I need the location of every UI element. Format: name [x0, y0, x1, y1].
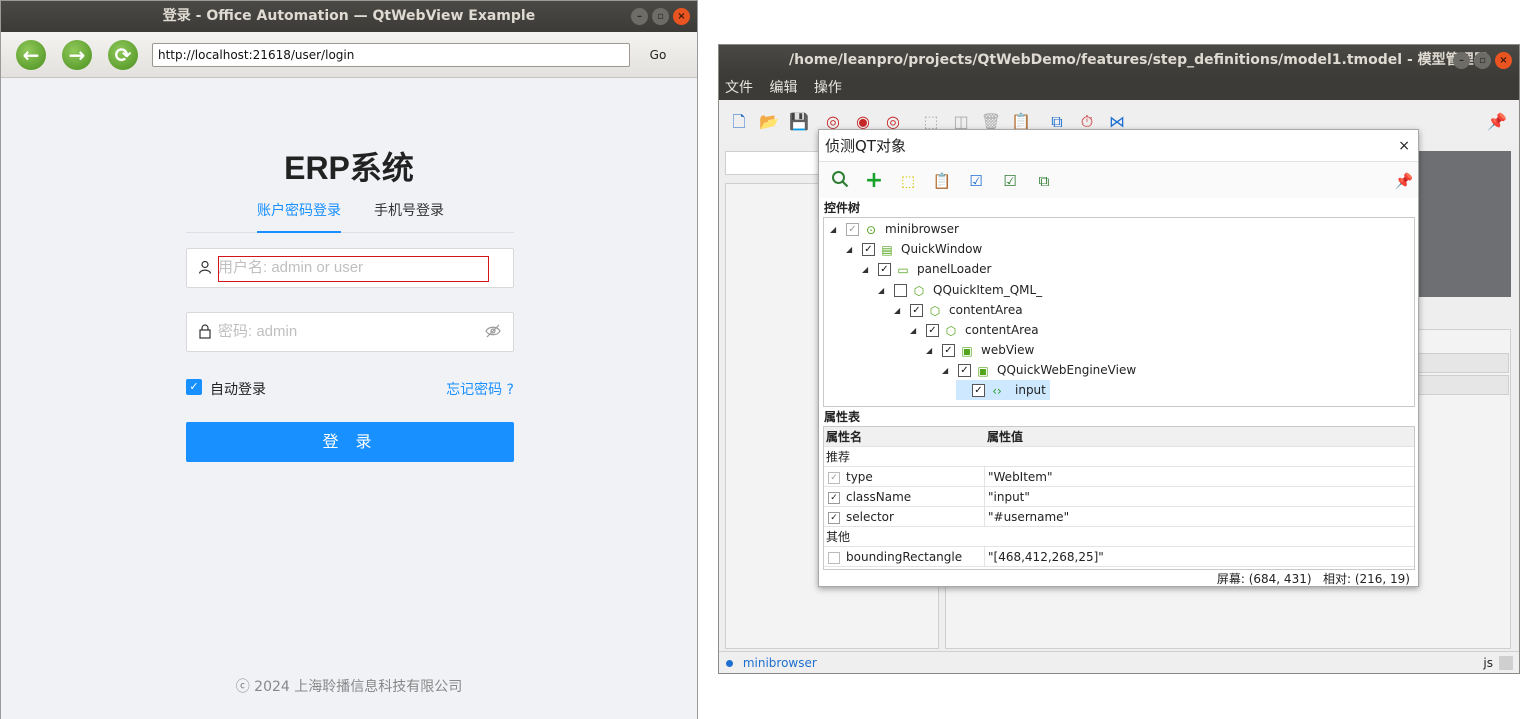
prop-checkbox[interactable]: ✓ — [828, 491, 840, 504]
table-row[interactable]: boundingRectangle "[468,412,268,25]" — [824, 547, 1414, 567]
dialog-title: 侦测QT对象 — [825, 137, 906, 155]
user-icon — [197, 260, 213, 276]
select-all-icon[interactable]: ☑ — [965, 170, 987, 192]
cube-icon: ⬡ — [929, 303, 941, 318]
remember-checkbox[interactable]: ✓ — [186, 379, 202, 395]
back-arrow-icon[interactable]: ← — [16, 40, 46, 70]
webview-icon: ▣ — [961, 343, 973, 358]
menu-bar: 文件 编辑 操作 — [719, 76, 1519, 100]
table-row[interactable]: ✓ selector "#username" — [824, 507, 1414, 527]
tree-node[interactable]: ◢ ✓ ▭ panelLoader — [862, 259, 991, 279]
save-icon[interactable]: 💾 — [787, 110, 811, 134]
tree-node[interactable]: ◢ ✓ ▣ webView — [926, 340, 1034, 360]
username-field[interactable]: 用户名: admin or user — [186, 248, 514, 288]
close-button[interactable]: × — [673, 8, 690, 25]
dialog-toolbar: + ⬚ 📋 ☑ ☑ ⧉ 📌 — [819, 162, 1418, 198]
reload-icon[interactable]: ⟳ — [108, 40, 138, 70]
code-icon: ‹› — [992, 383, 1002, 398]
app-icon: ⊙ — [865, 222, 877, 237]
filter-input[interactable] — [725, 151, 825, 175]
group-row: 推荐 — [824, 447, 1414, 467]
model-manager-title: /home/leanpro/projects/QtWebDemo/feature… — [789, 52, 1488, 68]
property-row — [1415, 375, 1509, 395]
password-placeholder: 密码: admin — [218, 323, 298, 340]
pin-icon[interactable]: 📌 — [1485, 110, 1509, 134]
open-folder-icon[interactable]: 📂 — [757, 110, 781, 134]
maximize-button[interactable]: ▫ — [1474, 52, 1491, 69]
detect-qt-dialog: 侦测QT对象 × + ⬚ 📋 ☑ ☑ ⧉ 📌 控件树 ◢ ✓ ⊙ minibrowse… — [818, 129, 1419, 587]
screenshot-preview — [1415, 151, 1511, 297]
password-field[interactable]: 密码: admin — [186, 312, 514, 352]
status-bar: minibrowser js — [719, 651, 1519, 673]
pin-icon[interactable]: 📌 — [1393, 170, 1415, 192]
tree-section-label: 控件树 — [824, 201, 861, 215]
remember-row: ✓ 自动登录 忘记密码 ? — [186, 378, 514, 398]
prop-checkbox[interactable]: ✓ — [828, 471, 840, 484]
forward-arrow-icon[interactable]: → — [62, 40, 92, 70]
resize-grip-icon[interactable] — [1499, 656, 1513, 670]
go-button[interactable]: Go — [644, 43, 672, 67]
dialog-close-button[interactable]: × — [1398, 130, 1410, 162]
url-input[interactable]: http://localhost:21618/user/login — [152, 43, 630, 67]
eye-hidden-icon[interactable] — [485, 324, 501, 342]
prop-checkbox[interactable] — [828, 551, 840, 564]
browser-titlebar: 登录 - Office Automation — QtWebView Examp… — [1, 1, 697, 32]
tab-account-login[interactable]: 账户密码登录 — [257, 201, 341, 233]
cube-icon: ⬡ — [913, 283, 925, 298]
page-title: ERP系统 — [284, 150, 414, 186]
control-tree: ◢ ✓ ⊙ minibrowser ◢ ✓ ▤ QuickWindow ◢ ✓ ▭ panelLo… — [823, 217, 1415, 407]
prop-checkbox[interactable]: ✓ — [828, 511, 840, 524]
window-icon: ▤ — [881, 242, 893, 257]
dialog-titlebar: 侦测QT对象 × — [819, 130, 1418, 162]
menu-file[interactable]: 文件 — [725, 80, 753, 96]
add-icon[interactable]: + — [863, 170, 885, 192]
minimize-button[interactable]: – — [631, 8, 648, 25]
minimize-button[interactable]: – — [1453, 52, 1470, 69]
copyright-footer: ⓒ 2024 上海聆播信息科技有限公司 — [235, 679, 463, 695]
browser-toolbar: ← → ⟳ http://localhost:21618/user/login … — [1, 32, 697, 78]
tree-node[interactable]: ◢ ⬡ QQuickItem_QML_ — [878, 280, 1042, 300]
folder-icon: ▭ — [897, 262, 909, 277]
status-dot-icon — [726, 659, 733, 667]
lock-icon — [197, 324, 213, 340]
webview-icon: ▣ — [977, 363, 989, 378]
browser-title: 登录 - Office Automation — QtWebView Examp… — [162, 8, 536, 24]
remember-label: 自动登录 — [210, 382, 266, 398]
login-tabs: 账户密码登录 手机号登录 — [186, 199, 514, 233]
status-js: js — [1483, 656, 1493, 670]
tree-node[interactable]: ◢ ✓ ⬡ contentArea — [894, 300, 1023, 320]
search-icon[interactable] — [829, 170, 851, 192]
group-row: 其他 — [824, 527, 1414, 547]
table-row[interactable]: ✓ className "input" — [824, 487, 1414, 507]
tree-node-selected[interactable]: ✓ ‹› input — [956, 380, 1050, 400]
tree-node[interactable]: ◢ ✓ ▤ QuickWindow — [846, 239, 982, 259]
model-manager-titlebar: /home/leanpro/projects/QtWebDemo/feature… — [719, 45, 1519, 76]
browser-window: 登录 - Office Automation — QtWebView Examp… — [0, 0, 698, 719]
new-file-icon[interactable]: 🗋 — [727, 110, 751, 134]
menu-edit[interactable]: 编辑 — [769, 80, 797, 96]
props-section-label: 属性表 — [824, 410, 861, 424]
tree-node[interactable]: ◢ ✓ ⊙ minibrowser — [830, 219, 959, 239]
maximize-button[interactable]: ▫ — [652, 8, 669, 25]
highlight-icon[interactable]: ⬚ — [897, 170, 919, 192]
table-row[interactable]: ✓ type "WebItem" — [824, 467, 1414, 487]
coordinate-status: 屏幕: (684, 431) 相对: (216, 19) — [1216, 572, 1410, 586]
login-page: ERP系统 账户密码登录 手机号登录 用户名: admin or user 密码… — [1, 79, 697, 719]
property-table: 属性名 属性值 推荐 ✓ type "WebItem" ✓ className "i… — [823, 426, 1415, 570]
copy-icon[interactable]: 📋 — [931, 170, 953, 192]
cube-icon: ⬡ — [945, 323, 957, 338]
tree-node[interactable]: ◢ ✓ ⬡ contentArea — [910, 320, 1039, 340]
menu-action[interactable]: 操作 — [814, 80, 842, 96]
forgot-password-link[interactable]: 忘记密码 ? — [446, 379, 514, 399]
tab-phone-login[interactable]: 手机号登录 — [374, 201, 444, 233]
verify-icon[interactable]: ☑ — [999, 170, 1021, 192]
close-button[interactable]: × — [1495, 52, 1512, 69]
status-item[interactable]: minibrowser — [743, 656, 817, 670]
highlight-box — [218, 256, 489, 282]
pages-icon[interactable]: ⧉ — [1033, 170, 1055, 192]
login-button[interactable]: 登 录 — [186, 422, 514, 462]
property-row — [1415, 353, 1509, 373]
table-header: 属性名 属性值 — [824, 427, 1414, 447]
tree-node[interactable]: ◢ ✓ ▣ QQuickWebEngineView — [942, 360, 1136, 380]
